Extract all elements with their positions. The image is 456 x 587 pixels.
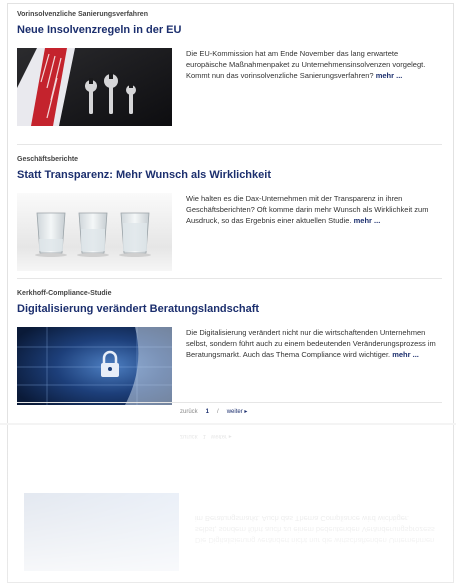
suit-tie-image	[17, 48, 172, 126]
article-image-suit-tie[interactable]	[17, 48, 172, 126]
digital-lock-image	[17, 327, 172, 405]
article-item: Vorinsolvenzliche Sanierungsverfahren Ne…	[17, 10, 442, 126]
article-teaser: Wie halten es die Dax-Unternehmen mit de…	[186, 193, 441, 226]
article-image-water-glasses[interactable]	[17, 193, 172, 271]
pagination: zurück 1 / weiter ▸	[180, 408, 248, 416]
article-teaser: Die Digitalisierung verändert nicht nur …	[186, 327, 441, 360]
article-kicker: Vorinsolvenzliche Sanierungsverfahren	[17, 11, 148, 18]
page-number-current[interactable]: 1	[206, 409, 209, 415]
reflection-fade	[0, 425, 456, 587]
article-title-link[interactable]: Statt Transparenz: Mehr Wunsch als Wirkl…	[17, 169, 442, 182]
next-page-link[interactable]: weiter ▸	[227, 408, 248, 415]
reflection-overlay: zurück 1 weiter ▸ Die Digitalisierung ve…	[0, 425, 456, 587]
prev-page-link[interactable]: zurück	[180, 409, 198, 415]
water-glasses-image	[17, 193, 172, 271]
article-divider	[17, 278, 442, 279]
article-title-link[interactable]: Neue Insolvenzregeln in der EU	[17, 24, 442, 37]
article-kicker: Kerkhoff-Compliance-Studie	[17, 290, 112, 297]
article-item: Kerkhoff-Compliance-Studie Digitalisieru…	[17, 289, 442, 405]
page-separator: /	[217, 408, 219, 415]
article-image-digital-lock[interactable]	[17, 327, 172, 405]
article-teaser: Die EU-Kommission hat am Ende November d…	[186, 48, 441, 81]
article-divider	[17, 402, 442, 403]
more-link[interactable]: mehr ...	[354, 216, 381, 225]
more-link[interactable]: mehr ...	[392, 350, 419, 359]
article-item: Geschäftsberichte Statt Transparenz: Meh…	[17, 155, 442, 271]
more-link[interactable]: mehr ...	[376, 71, 403, 80]
article-title-link[interactable]: Digitalisierung verändert Beratungslands…	[17, 303, 442, 316]
article-divider	[17, 144, 442, 145]
article-kicker: Geschäftsberichte	[17, 156, 79, 163]
article-teaser-text: Wie halten es die Dax-Unternehmen mit de…	[186, 194, 429, 225]
